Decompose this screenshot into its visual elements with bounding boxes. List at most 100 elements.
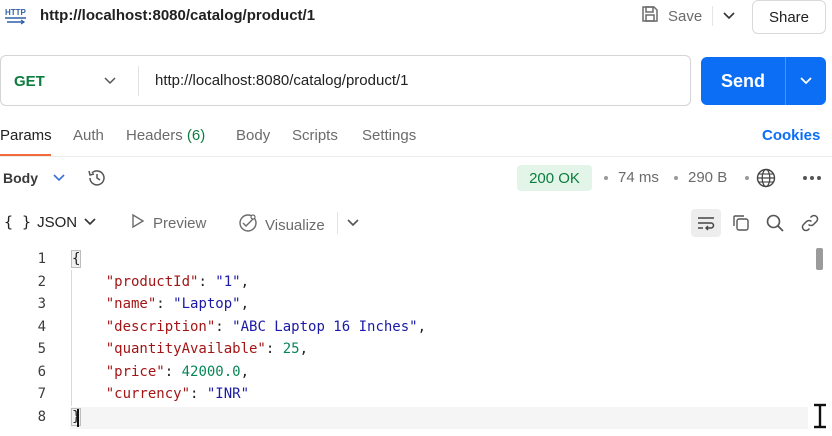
format-label: JSON	[37, 213, 78, 231]
code-text: {	[70, 250, 82, 269]
divider	[138, 66, 139, 96]
status-badge[interactable]: 200 OK	[517, 165, 592, 191]
tab-headers-label: Headers	[126, 127, 183, 144]
braces-icon: { }	[4, 213, 32, 231]
visualize-chevron-down-icon[interactable]	[343, 213, 363, 233]
json-value: "ABC Laptop 16 Inches"	[232, 318, 418, 335]
line-number: 3	[37, 296, 46, 313]
link-icon[interactable]	[799, 212, 821, 234]
divider	[712, 6, 713, 26]
share-button[interactable]: Share	[752, 0, 826, 34]
json-comma: ,	[417, 318, 427, 335]
json-comma: ,	[240, 296, 250, 313]
chevron-down-icon[interactable]	[50, 168, 68, 188]
save-icon	[640, 4, 660, 28]
code-line: 6 "price": 42000.0,	[0, 361, 808, 384]
tab-auth[interactable]: Auth	[73, 127, 104, 144]
method-select[interactable]: GET	[14, 73, 45, 90]
visualize-button[interactable]: Visualize	[237, 212, 325, 238]
response-size[interactable]: 290 B	[688, 169, 727, 186]
copy-icon[interactable]	[730, 212, 752, 234]
line-number: 4	[37, 318, 46, 335]
text-caret	[77, 409, 79, 427]
separator-dot	[674, 176, 678, 180]
line-number: 7	[37, 386, 46, 403]
visualize-label: Visualize	[265, 216, 325, 234]
brace: {	[70, 250, 82, 269]
response-code-editor[interactable]: 1{2 "productId": "1", 3 "name": "Laptop",…	[0, 248, 808, 436]
code-line: 3 "name": "Laptop",	[0, 293, 808, 316]
http-request-icon: HTTP	[4, 6, 28, 28]
response-time[interactable]: 74 ms	[618, 169, 659, 186]
code-line: 8}	[0, 406, 808, 429]
json-separator: :	[198, 273, 216, 290]
code-text: "name": "Laptop",	[72, 296, 249, 312]
divider	[0, 156, 832, 157]
line-number: 2	[37, 273, 46, 290]
code-line: 7 "currency": "INR"	[0, 383, 808, 406]
search-icon[interactable]	[764, 212, 786, 234]
json-key: "productId"	[105, 273, 199, 290]
json-key: "description"	[105, 318, 216, 335]
tab-body[interactable]: Body	[236, 127, 270, 144]
preview-button[interactable]: Preview	[131, 213, 206, 233]
history-icon[interactable]	[86, 167, 108, 189]
code-text: "description": "ABC Laptop 16 Inches",	[72, 319, 426, 335]
separator-dot	[604, 176, 608, 180]
tab-headers[interactable]: Headers (6)	[126, 127, 205, 144]
line-number: 6	[37, 363, 46, 380]
json-value: "1"	[215, 273, 241, 290]
json-key: "quantityAvailable"	[105, 341, 266, 358]
url-input[interactable]: http://localhost:8080/catalog/product/1	[155, 72, 409, 89]
json-key: "currency"	[105, 386, 191, 403]
format-select[interactable]: { } JSON	[4, 213, 97, 231]
json-comma: ,	[240, 363, 250, 380]
code-line: 1{	[0, 248, 808, 271]
json-key: "name"	[105, 296, 157, 313]
visualize-icon	[237, 212, 259, 238]
play-icon	[131, 213, 145, 233]
chevron-down-icon	[83, 214, 97, 231]
globe-icon[interactable]	[755, 167, 777, 189]
code-text: "productId": "1",	[72, 274, 249, 290]
method-chevron-down-icon[interactable]	[100, 70, 120, 92]
code-line: 2 "productId": "1",	[0, 271, 808, 294]
json-separator: :	[190, 386, 207, 403]
line-number: 8	[37, 408, 46, 425]
headers-count-badge: (6)	[186, 127, 206, 144]
code-text: "quantityAvailable": 25,	[72, 341, 308, 357]
json-value: 42000.0	[181, 363, 241, 380]
save-button[interactable]: Save	[640, 4, 702, 28]
tab-params[interactable]: Params	[0, 127, 52, 144]
json-separator: :	[164, 363, 182, 380]
request-title[interactable]: http://localhost:8080/catalog/product/1	[40, 7, 315, 24]
json-separator: :	[215, 318, 233, 335]
word-wrap-icon[interactable]	[691, 209, 721, 237]
save-options-chevron-icon[interactable]	[718, 4, 740, 28]
separator-dot	[745, 176, 749, 180]
send-button[interactable]: Send	[701, 57, 785, 105]
json-separator: :	[156, 296, 174, 313]
preview-label: Preview	[153, 214, 207, 232]
json-value: "Laptop"	[173, 296, 241, 313]
code-text: "currency": "INR"	[72, 386, 249, 402]
tab-settings[interactable]: Settings	[362, 127, 416, 144]
json-value: 25	[282, 341, 300, 358]
code-line: 5 "quantityAvailable": 25,	[0, 338, 808, 361]
response-body-select[interactable]: Body	[3, 170, 38, 186]
save-label: Save	[668, 7, 703, 25]
json-value: "INR"	[206, 386, 250, 403]
vertical-scrollbar[interactable]	[816, 248, 823, 270]
text-cursor-icon	[811, 402, 829, 430]
send-options-chevron-icon[interactable]	[786, 57, 826, 105]
divider	[337, 212, 338, 234]
more-options-icon[interactable]	[800, 170, 824, 186]
json-separator: :	[265, 341, 283, 358]
line-number: 5	[37, 341, 46, 358]
cookies-link[interactable]: Cookies	[762, 127, 820, 144]
json-comma: ,	[299, 341, 309, 358]
line-number: 1	[37, 251, 46, 268]
svg-text:HTTP: HTTP	[5, 8, 27, 17]
tab-scripts[interactable]: Scripts	[292, 127, 338, 144]
json-comma: ,	[240, 273, 250, 290]
